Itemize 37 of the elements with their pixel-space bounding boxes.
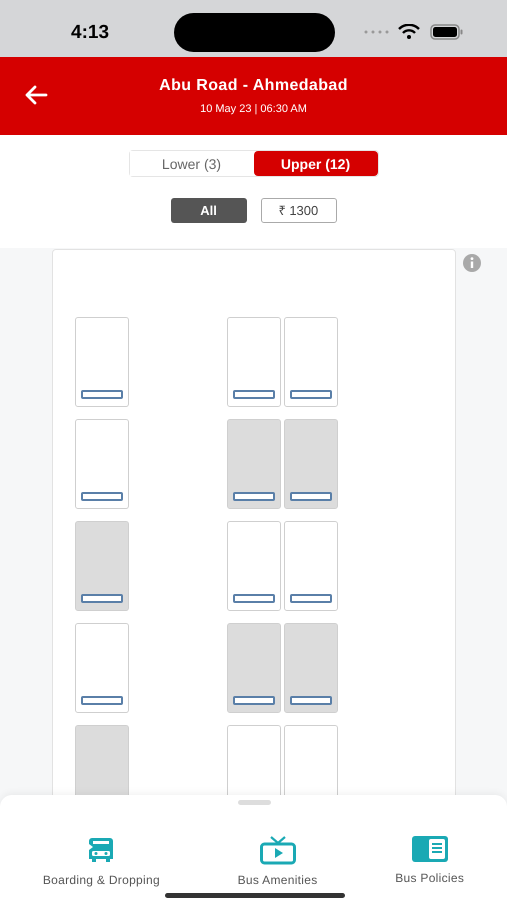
back-button[interactable] xyxy=(24,85,48,105)
bottom-tab[interactable]: Bus Amenities xyxy=(238,835,318,889)
seat-pillow xyxy=(233,390,275,399)
sheet-handle[interactable] xyxy=(238,800,271,805)
tv-icon xyxy=(258,835,297,865)
price-filter-chip[interactable]: All xyxy=(170,198,246,223)
sleeper-seat[interactable] xyxy=(75,419,129,509)
sleeper-seat[interactable] xyxy=(284,317,338,407)
seat-pillow xyxy=(81,390,123,399)
wifi-icon xyxy=(398,24,420,39)
seat-pillow xyxy=(233,696,275,705)
deck-tab[interactable]: Upper (12) xyxy=(254,151,378,176)
status-time: 4:13 xyxy=(71,21,110,45)
seat-pillow xyxy=(290,390,332,399)
seat-pillow xyxy=(290,492,332,501)
seat-pillow xyxy=(233,492,275,501)
bottom-tab[interactable]: Bus Policies xyxy=(395,835,464,889)
seat-pillow xyxy=(81,696,123,705)
battery-icon xyxy=(430,24,463,40)
sleeper-seat[interactable] xyxy=(75,317,129,407)
seat-pillow xyxy=(81,594,123,603)
info-icon[interactable] xyxy=(462,253,482,273)
route-title: Abu Road - Ahmedabad xyxy=(159,76,348,96)
seat-pillow xyxy=(290,594,332,603)
sleeper-seat[interactable] xyxy=(227,521,281,611)
seat-pillow xyxy=(233,594,275,603)
cellular-signal-icon xyxy=(364,30,390,34)
price-filter-chip[interactable]: ₹ 1300 xyxy=(260,198,336,223)
back-arrow-icon xyxy=(24,85,48,105)
sleeper-seat[interactable] xyxy=(75,623,129,713)
seat-pillow xyxy=(81,492,123,501)
bottom-tab[interactable]: Boarding & Dropping xyxy=(42,835,160,889)
seat-pillow xyxy=(290,696,332,705)
sleeper-seat[interactable] xyxy=(284,521,338,611)
policy-document-icon xyxy=(410,835,449,863)
sleeper-seat[interactable] xyxy=(227,317,281,407)
journey-date: 10 May 23 | 06:30 AM xyxy=(200,102,307,118)
